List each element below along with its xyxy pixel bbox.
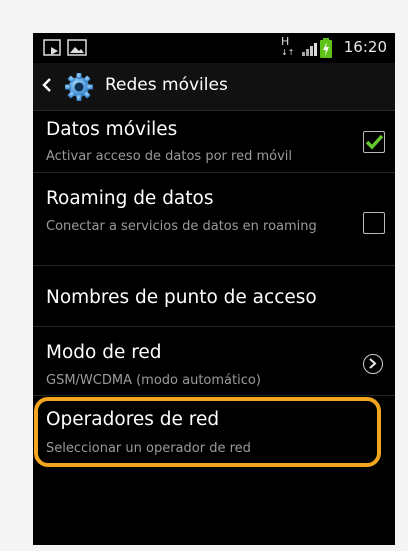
setting-subtitle: Activar acceso de datos por red móvil <box>46 149 292 164</box>
setting-subtitle: Conectar a servicios de datos en roaming <box>46 219 317 234</box>
setting-mobile-data[interactable]: Datos móviles Activar acceso de datos po… <box>33 111 395 173</box>
action-bar: Redes móviles <box>33 63 395 111</box>
setting-title: Roaming de datos <box>46 188 214 209</box>
setting-title: Datos móviles <box>46 119 178 140</box>
status-time: 16:20 <box>343 38 387 56</box>
hspa-icon: H ↓↑ <box>281 35 295 58</box>
network-type-label: H <box>281 35 290 48</box>
screen-title: Redes móviles <box>105 75 228 95</box>
phone-frame: H ↓↑ 16:20 Redes móviles Datos móviles A… <box>0 0 408 551</box>
setting-subtitle: GSM/WCDMA (modo automático) <box>46 373 261 388</box>
data-arrows-icon: ↓↑ <box>281 48 295 57</box>
setting-title: Modo de red <box>46 342 162 363</box>
image-icon <box>67 39 87 61</box>
setting-network-mode[interactable]: Modo de red GSM/WCDMA (modo automático) <box>33 328 395 396</box>
setting-data-roaming[interactable]: Roaming de datos Conectar a servicios de… <box>33 174 395 266</box>
settings-gear-icon[interactable] <box>63 71 95 107</box>
setting-title: Nombres de punto de acceso <box>46 287 317 308</box>
chevron-right-icon[interactable] <box>363 354 383 374</box>
highlight-outline <box>34 397 381 467</box>
battery-icon <box>320 38 332 62</box>
status-bar: H ↓↑ 16:20 <box>33 33 395 63</box>
phone-screen: H ↓↑ 16:20 Redes móviles Datos móviles A… <box>33 33 395 545</box>
roaming-checkbox[interactable] <box>363 212 385 234</box>
signal-icon <box>301 41 319 61</box>
setting-apn[interactable]: Nombres de punto de acceso <box>33 267 395 327</box>
checkmark-icon <box>365 134 384 150</box>
mobile-data-checkbox[interactable] <box>363 131 385 153</box>
back-icon[interactable] <box>41 77 53 97</box>
download-icon <box>43 39 63 61</box>
